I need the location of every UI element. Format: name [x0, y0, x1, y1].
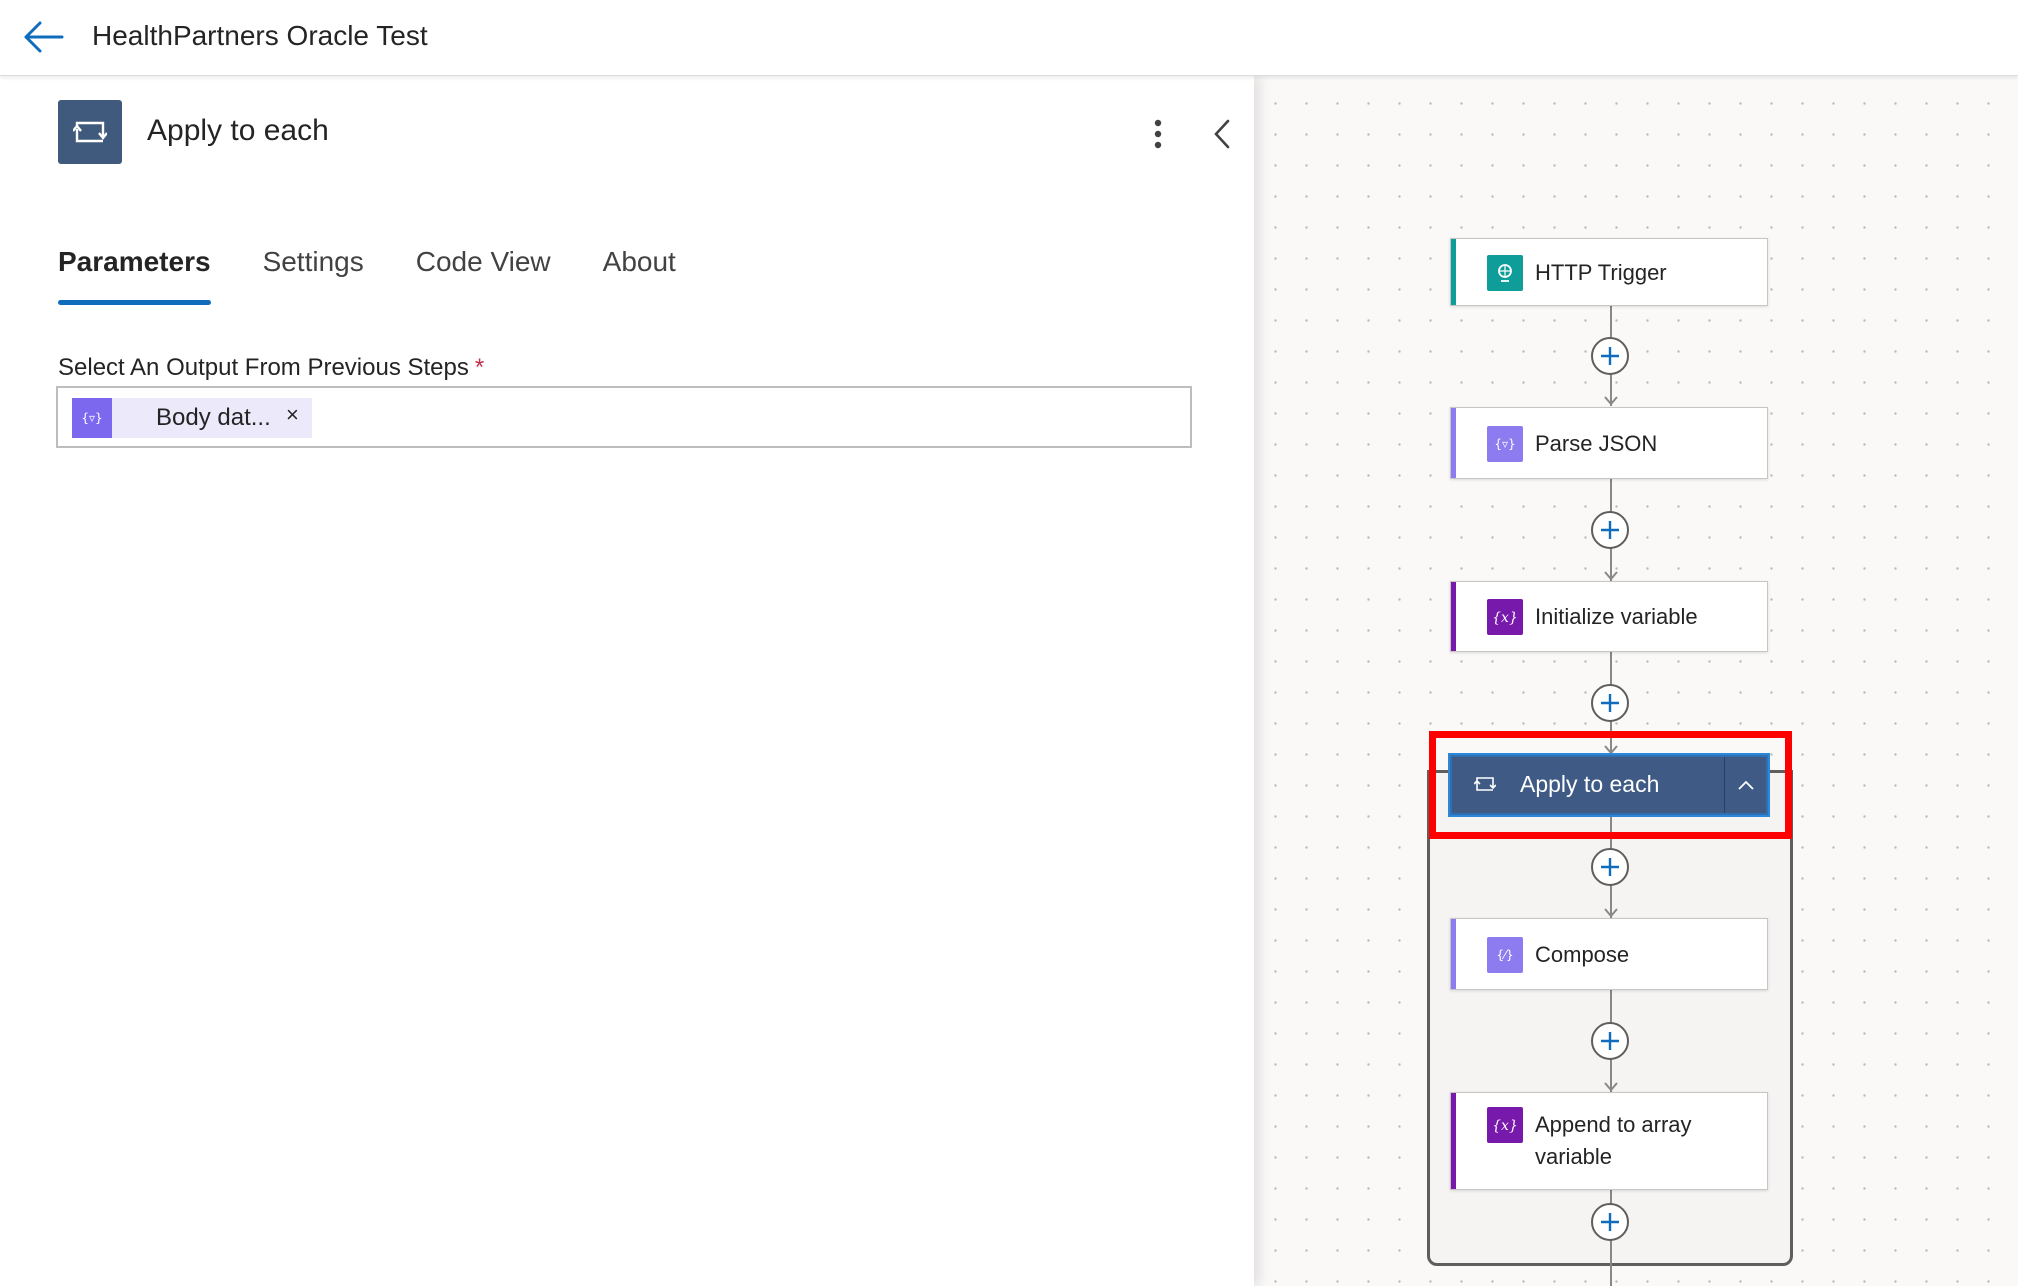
insert-step-button[interactable]	[1591, 1203, 1629, 1241]
node-label: Compose	[1535, 942, 1630, 967]
node-accent	[1451, 1093, 1456, 1189]
parse-json-icon: {▿}	[1487, 426, 1523, 462]
svg-text:{x}: {x}	[1492, 1118, 1518, 1134]
panel-title: Apply to each	[147, 114, 329, 147]
tab-about[interactable]: About	[603, 246, 676, 306]
collapse-panel-button[interactable]	[1204, 114, 1240, 154]
svg-text:{⁄}: {⁄}	[1496, 948, 1513, 962]
flow-node-initialize-variable[interactable]: {x} Initialize variable	[1450, 581, 1768, 652]
panel-tabs: Parameters Settings Code View About	[58, 246, 728, 316]
plus-icon	[1601, 1032, 1619, 1050]
top-bar: HealthPartners Oracle Test	[0, 0, 2018, 76]
output-field-label-text: Select An Output From Previous Steps	[58, 354, 469, 381]
insert-step-button[interactable]	[1591, 848, 1629, 886]
svg-text:{x}: {x}	[1492, 610, 1518, 626]
arrow-down-icon	[1604, 1082, 1618, 1092]
arrow-down-icon	[1604, 571, 1618, 581]
svg-text:{▿}: {▿}	[81, 411, 102, 425]
parse-json-icon: {▿}	[72, 398, 112, 438]
plus-icon	[1601, 1213, 1619, 1231]
loop-icon	[58, 100, 122, 164]
action-details-panel: Apply to each Parameters Settings Code V…	[0, 76, 1254, 1286]
node-accent	[1451, 239, 1456, 305]
insert-step-button[interactable]	[1591, 684, 1629, 722]
required-mark: *	[474, 354, 485, 381]
output-select-input[interactable]: {▿} Body dat... ×	[56, 386, 1192, 448]
variable-icon: {x}	[1487, 599, 1523, 635]
node-label: HTTP Trigger	[1535, 260, 1667, 285]
node-accent	[1451, 919, 1456, 989]
plus-icon	[1601, 694, 1619, 712]
remove-token-button[interactable]: ×	[286, 402, 299, 428]
back-arrow-icon	[24, 21, 64, 53]
tab-parameters[interactable]: Parameters	[58, 246, 211, 306]
node-label: Append to array variable	[1535, 1112, 1692, 1169]
node-label: Parse JSON	[1535, 431, 1658, 456]
arrow-down-icon	[1604, 396, 1618, 406]
plus-icon	[1601, 347, 1619, 365]
selection-highlight	[1429, 731, 1792, 839]
back-button[interactable]	[20, 16, 66, 58]
plus-icon	[1601, 858, 1619, 876]
tab-code-view[interactable]: Code View	[416, 246, 551, 306]
flow-node-compose[interactable]: {⁄} Compose	[1450, 918, 1768, 990]
dynamic-content-token[interactable]: {▿} Body dat... ×	[72, 398, 312, 438]
insert-step-button[interactable]	[1591, 337, 1629, 375]
plus-icon	[1601, 521, 1619, 539]
output-field-label: Select An Output From Previous Steps *	[58, 354, 484, 382]
node-label: Initialize variable	[1535, 604, 1698, 629]
flow-node-append-to-array-variable[interactable]: {x} Append to array variable	[1450, 1092, 1768, 1190]
token-label: Body dat...	[156, 404, 271, 431]
insert-step-button[interactable]	[1591, 1022, 1629, 1060]
flow-title: HealthPartners Oracle Test	[92, 20, 428, 51]
compose-icon: {⁄}	[1487, 937, 1523, 973]
node-accent	[1451, 582, 1456, 651]
variable-icon: {x}	[1487, 1107, 1523, 1143]
more-options-button[interactable]	[1140, 114, 1176, 154]
flow-node-http-trigger[interactable]: HTTP Trigger	[1450, 238, 1768, 306]
flow-node-parse-json[interactable]: {▿} Parse JSON	[1450, 407, 1768, 479]
more-vertical-icon	[1154, 119, 1162, 149]
insert-step-button[interactable]	[1591, 511, 1629, 549]
svg-text:{▿}: {▿}	[1494, 437, 1515, 451]
app-root: HealthPartners Oracle Test Apply to each	[0, 0, 2018, 1286]
http-trigger-icon	[1487, 255, 1523, 291]
chevron-left-icon	[1214, 119, 1230, 149]
arrow-down-icon	[1604, 908, 1618, 918]
tab-settings[interactable]: Settings	[263, 246, 364, 306]
node-accent	[1451, 408, 1456, 478]
